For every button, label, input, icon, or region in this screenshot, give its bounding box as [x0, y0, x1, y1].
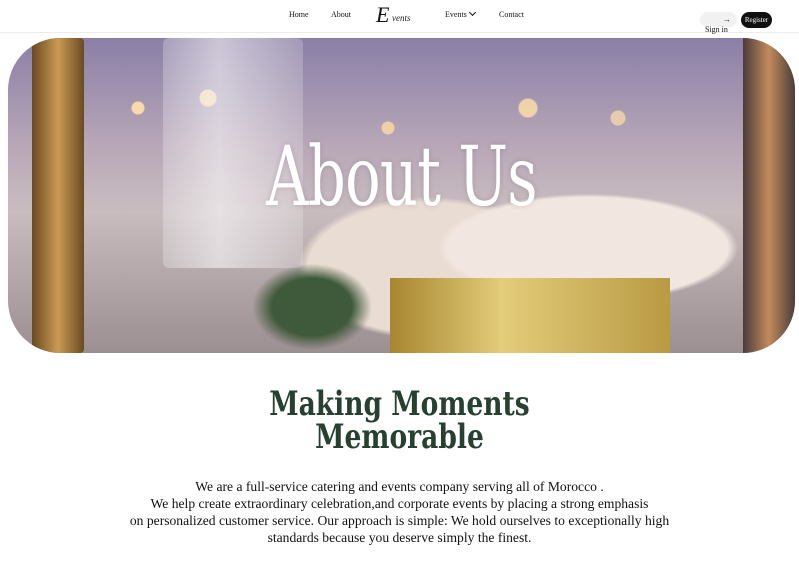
paragraph-line: on personalized customer service. Our ap…: [129, 513, 670, 528]
paragraph-line: We are a full-service catering and event…: [195, 479, 604, 494]
top-nav: Home About E vents Events Contact Sign i…: [0, 0, 799, 34]
nav-link-contact[interactable]: Contact: [499, 10, 524, 19]
paragraph-line: standards because you deserve simply the…: [267, 530, 532, 545]
nav-link-home[interactable]: Home: [289, 10, 309, 19]
intro-paragraph: We are a full-service catering and event…: [100, 478, 699, 546]
nav-link-events[interactable]: Events: [445, 8, 476, 19]
paragraph-line: We help create extraordinary celebration…: [150, 496, 649, 511]
events-label: Events: [445, 10, 467, 19]
logo-initial: E: [376, 2, 390, 27]
hero-title: About Us: [266, 130, 538, 225]
headline-line-2: Memorable: [315, 417, 484, 457]
arrow-right-icon: →: [723, 15, 731, 24]
logo-word: vents: [392, 13, 411, 23]
hero-banner: About Us: [8, 38, 795, 353]
chevron-down-icon: [468, 8, 476, 17]
hero-image-right-edge: [743, 38, 795, 353]
hero-image-candlestick: [32, 38, 84, 353]
hero-image-gold-planter: [390, 278, 670, 353]
section-headline: Making Moments Memorable: [88, 387, 711, 457]
hero-image-leaves: [248, 238, 408, 353]
logo[interactable]: E vents: [376, 2, 422, 27]
nav-link-about[interactable]: About: [331, 10, 351, 19]
register-button[interactable]: Register: [741, 12, 772, 28]
signin-button[interactable]: Sign in →: [700, 12, 737, 34]
